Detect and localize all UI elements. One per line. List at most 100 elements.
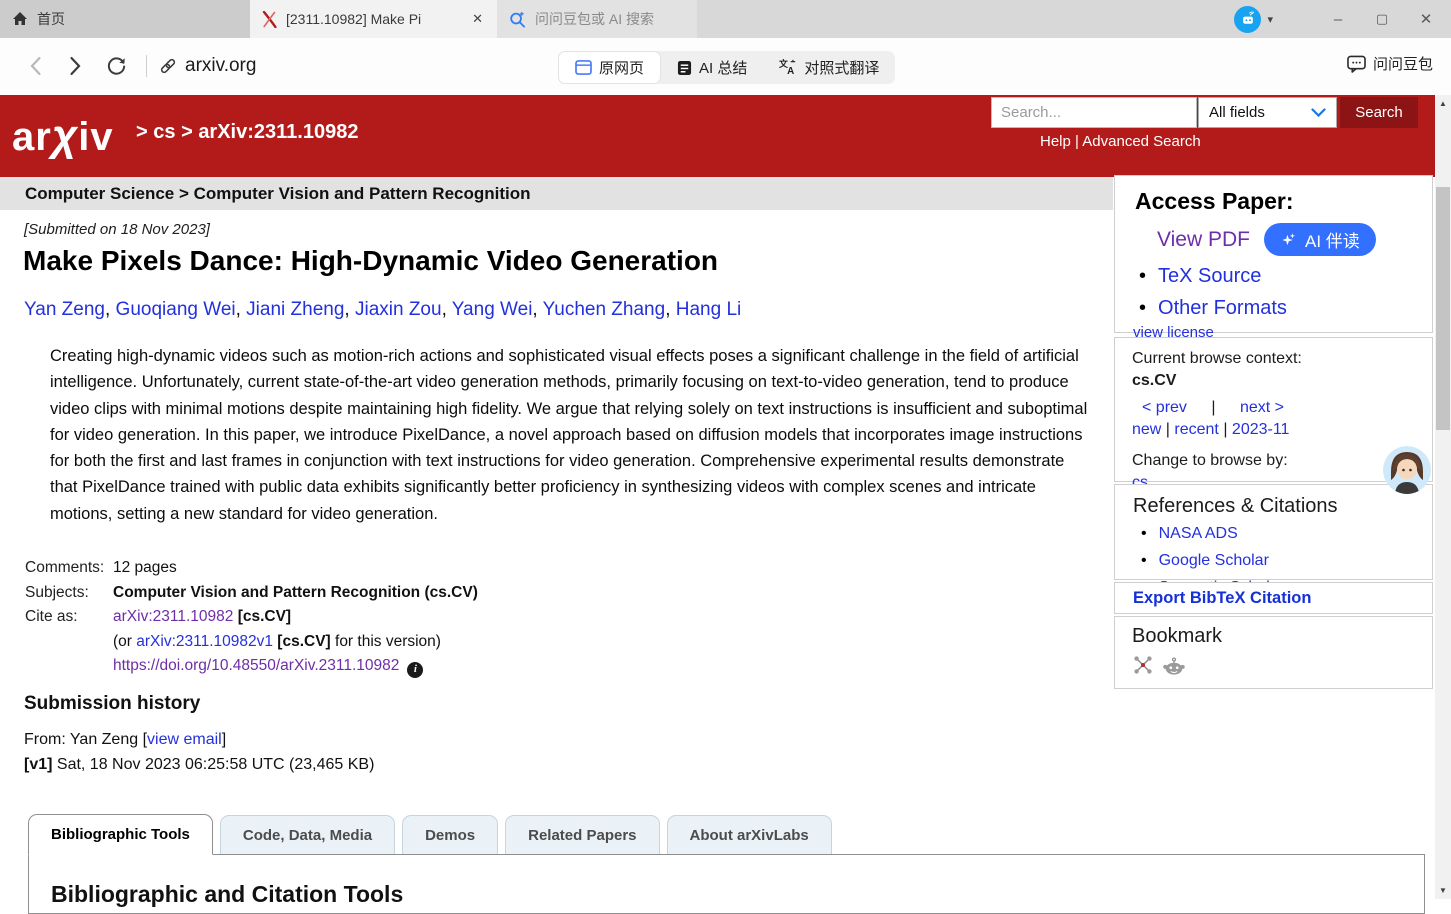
search-button[interactable]: Search [1340,97,1418,128]
next-link[interactable]: next > [1240,399,1284,416]
mode-original-label: 原网页 [599,57,644,78]
ai-assistant-avatar[interactable] [1383,446,1431,494]
cite-category-tag: [cs.CV] [238,608,291,625]
prev-link[interactable]: < prev [1142,399,1187,416]
advanced-search-link[interactable]: Advanced Search [1082,133,1200,150]
arxiv-favicon [262,11,277,28]
mode-translate-button[interactable]: 文A 对照式翻译 [763,51,895,84]
search-field-value: All fields [1209,104,1265,121]
list-item: Google Scholar [1141,547,1432,574]
search-field-select[interactable]: All fields [1198,97,1337,128]
ai-companion-read-button[interactable]: AI 伴读 [1264,223,1376,256]
tab-ai-search-title: 问问豆包或 AI 搜索 [535,9,685,29]
mode-ai-summary-button[interactable]: AI 总结 [661,51,763,84]
references-citations-heading: References & Citations [1133,495,1432,518]
bibsonomy-icon[interactable] [1132,654,1154,676]
nasa-ads-link[interactable]: NASA ADS [1159,525,1238,542]
ask-doubao-button[interactable]: 问问豆包 [1347,53,1433,74]
ask-doubao-label: 问问豆包 [1373,53,1433,74]
author-link[interactable]: Jiaxin Zou [355,299,442,320]
forward-button[interactable] [62,53,88,79]
v1-tag: [v1] [24,756,52,773]
help-links: Help | Advanced Search [1040,133,1201,150]
author-link[interactable]: Hang Li [676,299,742,320]
link-icon[interactable] [155,53,181,79]
home-icon [12,11,28,27]
author-link[interactable]: Yang Wei [452,299,533,320]
list-item: NASA ADS [1141,520,1432,547]
cite-as-label: Cite as: [25,605,113,630]
meta-subjects-row: Subjects: Computer Vision and Pattern Re… [25,581,478,606]
close-window-button[interactable]: ✕ [1417,10,1435,28]
ai-summary-icon [677,60,692,76]
subject-archive: Computer Science [25,184,174,204]
page-scrollbar[interactable]: ▲ ▼ [1435,95,1451,899]
prev-next-nav: < prev | next > [1142,397,1432,419]
maximize-button[interactable]: ▢ [1373,11,1391,27]
author-link[interactable]: Guoqiang Wei [116,299,236,320]
recent-link[interactable]: recent [1174,421,1218,438]
scroll-up-arrow[interactable]: ▲ [1435,96,1451,111]
author-link[interactable]: Yuchen Zhang [543,299,666,320]
svg-text:A: A [787,66,794,76]
back-button[interactable] [22,53,48,79]
minimize-button[interactable]: – [1329,11,1347,28]
arxivlabs-panel: Bibliographic and Citation Tools [28,854,1425,914]
arxiv-logo[interactable]: arχiv [12,111,114,161]
author-link[interactable]: Yan Zeng [24,299,105,320]
window-controls: ▾ – ▢ ✕ [1234,0,1451,38]
url-display[interactable]: arxiv.org [185,55,256,77]
list-item: Other Formats [1139,292,1432,324]
page-mode-switch: 原网页 AI 总结 文A 对照式翻译 [558,51,895,84]
tex-source-link[interactable]: TeX Source [1158,265,1261,287]
paper-title: Make Pixels Dance: High-Dynamic Video Ge… [23,245,718,277]
paper-metadata: Comments: 12 pages Subjects: Computer Vi… [25,556,478,679]
subjects-label: Subjects: [25,581,113,606]
meta-comments-row: Comments: 12 pages [25,556,478,581]
refresh-button[interactable] [103,53,129,79]
listing-nav: new | recent | 2023-11 [1132,419,1432,441]
other-formats-link[interactable]: Other Formats [1158,297,1287,319]
breadcrumb-cs-link[interactable]: cs [153,121,175,143]
tab-close-icon[interactable]: ✕ [470,11,485,27]
scroll-down-arrow[interactable]: ▼ [1435,883,1451,898]
author-link[interactable]: Jiani Zheng [246,299,344,320]
access-paper-box: Access Paper: View PDF AI 伴读 TeX Source … [1114,175,1433,333]
sparkle-icon [1280,231,1298,249]
reddit-icon[interactable] [1162,654,1186,676]
version-link[interactable]: arXiv:2311.10982v1 [136,633,273,650]
subject-breadcrumb-bar: Computer Science > Computer Vision and P… [0,177,1113,210]
help-link[interactable]: Help [1040,133,1071,150]
breadcrumb-paper-id: arXiv:2311.10982 [198,121,358,143]
new-link[interactable]: new [1132,421,1161,438]
month-link[interactable]: 2023-11 [1232,421,1290,438]
search-input[interactable] [991,97,1197,128]
scrollbar-thumb[interactable] [1436,187,1450,430]
google-scholar-link[interactable]: Google Scholar [1159,552,1269,569]
tab-bibliographic-tools[interactable]: Bibliographic Tools [28,814,213,855]
tab-about-arxivlabs[interactable]: About arXivLabs [667,815,832,855]
doubao-account[interactable]: ▾ [1234,6,1273,33]
webpage-icon [575,60,592,75]
labs-panel-heading: Bibliographic and Citation Tools [51,881,403,908]
export-bibtex-link[interactable]: Export BibTeX Citation [1133,589,1311,608]
cite-arxiv-link[interactable]: arXiv:2311.10982 [113,608,233,625]
view-pdf-link[interactable]: View PDF [1157,228,1250,252]
meta-cite-row: Cite as: arXiv:2311.10982 [cs.CV] [25,605,478,630]
tab-code-data-media[interactable]: Code, Data, Media [220,815,395,855]
tab-related-papers[interactable]: Related Papers [505,815,659,855]
tab-home[interactable]: 首页 [0,0,250,38]
mode-original-button[interactable]: 原网页 [558,51,661,84]
browser-toolbar: arxiv.org 原网页 AI 总结 文A 对照式翻译 问问豆包 [0,38,1451,95]
comments-label: Comments: [25,556,113,581]
doi-link[interactable]: https://doi.org/10.48550/arXiv.2311.1098… [113,657,399,674]
version-category-tag: [cs.CV] [277,633,330,650]
ai-search-icon [509,11,526,28]
tab-paper[interactable]: [2311.10982] Make Pi ✕ [250,0,497,38]
info-icon[interactable]: i [407,662,423,678]
tab-ai-search[interactable]: 问问豆包或 AI 搜索 [497,0,697,38]
view-email-link[interactable]: view email [147,731,222,748]
tab-demos[interactable]: Demos [402,815,498,855]
ai-companion-read-label: AI 伴读 [1305,227,1360,252]
meta-doi-row: https://doi.org/10.48550/arXiv.2311.1098… [25,654,478,679]
